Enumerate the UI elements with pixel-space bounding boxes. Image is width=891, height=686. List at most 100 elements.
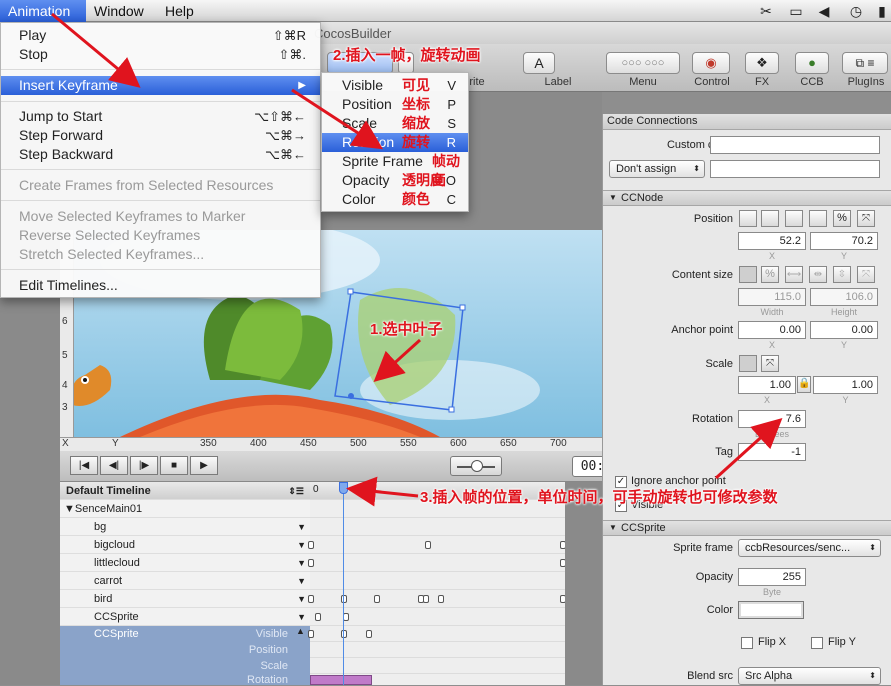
position-type-bottom-left[interactable] — [739, 210, 757, 227]
battery-icon[interactable]: ▮ — [872, 3, 891, 19]
scale-type-multiply-icon[interactable]: ⤧ — [761, 355, 779, 372]
menu-animation[interactable]: Animation — [0, 0, 86, 22]
menu-item-step-backward[interactable]: Step Backward ⌥⌘← — [1, 145, 320, 164]
position-x-field[interactable]: 52.2 — [738, 232, 806, 250]
keyframe[interactable] — [425, 541, 431, 549]
slider-knob[interactable] — [471, 460, 483, 472]
keyframe[interactable] — [341, 630, 347, 638]
keyframe[interactable] — [308, 595, 314, 603]
position-type-bottom-right[interactable] — [809, 210, 827, 227]
collapse-icon[interactable]: ▲ — [296, 626, 305, 636]
ccb-button[interactable]: ● — [795, 52, 829, 74]
expand-icon[interactable]: ▼ — [297, 590, 306, 608]
menu-item-insert-keyframe[interactable]: Insert Keyframe ▶ — [1, 76, 320, 95]
expand-icon[interactable]: ▼ — [297, 536, 306, 554]
size-type-percent[interactable]: % — [761, 266, 779, 283]
time-machine-icon[interactable]: ◷ — [846, 3, 866, 19]
zoom-slider[interactable] — [450, 456, 502, 476]
selected-node-group[interactable]: CCSprite Visible Position Scale Rotation… — [60, 626, 310, 686]
size-type-horizontal-icon[interactable]: ⇹ — [809, 266, 827, 283]
custom-class-field[interactable] — [710, 136, 880, 154]
tree-root[interactable]: ▼SenceMain01 — [60, 500, 310, 518]
display-icon[interactable]: ▭ — [786, 3, 806, 19]
playhead-handle[interactable] — [339, 482, 348, 494]
ccsprite-section-header[interactable]: CCSprite — [603, 520, 891, 536]
keyframe[interactable] — [315, 613, 321, 621]
anchor-y-field[interactable]: 0.00 — [810, 321, 878, 339]
opacity-field[interactable]: 255 — [738, 568, 806, 586]
assign-popup[interactable]: Don't assign ⬍ — [609, 160, 705, 178]
tree-item-bird[interactable]: bird ▼ — [60, 590, 310, 608]
rotation-tween-bar[interactable] — [310, 675, 372, 685]
submenu-item-visible[interactable]: Visible 可见 V — [322, 76, 468, 95]
timeline-selector[interactable]: Default Timeline ⇕☰ — [60, 482, 310, 500]
keyframe[interactable] — [308, 541, 314, 549]
keyframe[interactable] — [366, 630, 372, 638]
menu-item-stop[interactable]: Stop ⇧⌘. — [1, 45, 320, 64]
fx-button[interactable]: ❖ — [745, 52, 779, 74]
expand-icon[interactable]: ▼ — [297, 554, 306, 572]
plugins-button[interactable]: ⧉ ≡ — [842, 52, 888, 74]
submenu-item-scale[interactable]: Scale 缩放 S — [322, 114, 468, 133]
control-button[interactable]: ◉ — [692, 52, 730, 74]
position-y-field[interactable]: 70.2 — [810, 232, 878, 250]
tree-item-littlecloud[interactable]: littlecloud ▼ — [60, 554, 310, 572]
menu-item-create-frames[interactable]: Create Frames from Selected Resources — [1, 176, 320, 195]
timeline-menu-icon[interactable]: ⇕☰ — [288, 482, 304, 500]
size-type-relative-icon[interactable]: ⟷ — [785, 266, 803, 283]
scissors-icon[interactable]: ✂ — [756, 3, 776, 19]
menu-button[interactable]: ○○○ ○○○ — [606, 52, 680, 74]
timeline-tracks[interactable]: 0 — [308, 482, 566, 685]
tag-field[interactable]: -1 — [738, 443, 806, 461]
flip-y-checkbox[interactable] — [811, 637, 823, 649]
playhead-line[interactable] — [343, 482, 344, 685]
blend-src-popup[interactable]: Src Alpha ⬍ — [738, 667, 881, 685]
volume-icon[interactable]: ◀ — [814, 3, 834, 19]
tree-item-bg[interactable]: bg ▼ — [60, 518, 310, 536]
keyframe[interactable] — [374, 595, 380, 603]
submenu-item-opacity[interactable]: Opacity 透明度 O — [322, 171, 468, 190]
rotation-field[interactable]: 7.6 — [738, 410, 806, 428]
keyframe[interactable] — [341, 595, 347, 603]
menu-item-move-keyframes[interactable]: Move Selected Keyframes to Marker — [1, 207, 320, 226]
submenu-item-rotation[interactable]: Rotation 旋转 R — [322, 133, 468, 152]
tree-item-carrot[interactable]: carrot ▼ — [60, 572, 310, 590]
sprite-frame-popup[interactable]: ccbResources/senc... ⬍ — [738, 539, 881, 557]
menu-item-stretch-keyframes[interactable]: Stretch Selected Keyframes... — [1, 245, 320, 264]
anchor-x-field[interactable]: 0.00 — [738, 321, 806, 339]
scale-x-field[interactable]: 1.00 — [738, 376, 796, 394]
menu-item-edit-timelines[interactable]: Edit Timelines... — [1, 276, 320, 295]
menu-help[interactable]: Help — [157, 0, 202, 22]
ccnode-section-header[interactable]: CCNode — [603, 190, 891, 206]
position-type-scale-icon[interactable]: ⤧ — [857, 210, 875, 227]
menu-window[interactable]: Window — [86, 0, 152, 22]
flip-x-checkbox[interactable] — [741, 637, 753, 649]
expand-icon[interactable]: ▼ — [297, 572, 306, 590]
position-type-top-right[interactable] — [785, 210, 803, 227]
menu-item-jump-start[interactable]: Jump to Start ⌥⇧⌘← — [1, 107, 320, 126]
assign-name-field[interactable] — [710, 160, 880, 178]
size-type-vertical-icon[interactable]: ⇳ — [833, 266, 851, 283]
step-forward-button[interactable]: |▶ — [130, 456, 158, 475]
lock-icon[interactable]: 🔒 — [797, 376, 811, 393]
submenu-item-sprite-frame[interactable]: Sprite Frame 帧动画 — [322, 152, 468, 188]
tree-item-ccsprite[interactable]: CCSprite ▼ — [60, 608, 310, 626]
step-back-button[interactable]: ◀| — [100, 456, 128, 475]
keyframe[interactable] — [438, 595, 444, 603]
content-height-field[interactable]: 106.0 — [810, 288, 878, 306]
color-well[interactable] — [738, 601, 804, 619]
menu-item-reverse-keyframes[interactable]: Reverse Selected Keyframes — [1, 226, 320, 245]
position-type-percent[interactable]: % — [833, 210, 851, 227]
keyframe[interactable] — [308, 630, 314, 638]
size-type-points[interactable] — [739, 266, 757, 283]
jump-start-button[interactable]: |◀ — [70, 456, 98, 475]
keyframe[interactable] — [308, 559, 314, 567]
content-width-field[interactable]: 115.0 — [738, 288, 806, 306]
stop-button[interactable]: ■ — [160, 456, 188, 475]
submenu-item-color[interactable]: Color 颜色 C — [322, 190, 468, 209]
tree-item-bigcloud[interactable]: bigcloud ▼ — [60, 536, 310, 554]
scale-type-absolute[interactable] — [739, 355, 757, 372]
label-button[interactable]: A — [523, 52, 555, 74]
position-type-top-left[interactable] — [761, 210, 779, 227]
submenu-item-position[interactable]: Position 坐标 P — [322, 95, 468, 114]
